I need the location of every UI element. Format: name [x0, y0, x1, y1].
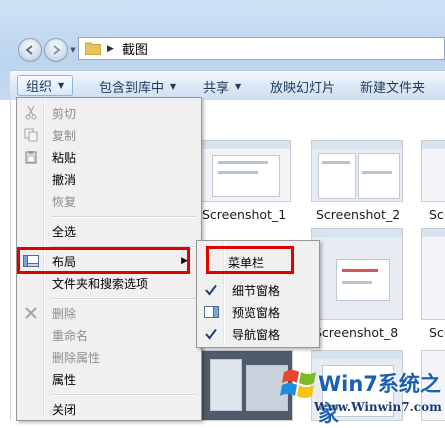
menu-item-rename[interactable]: 重命名: [18, 324, 200, 346]
menu-item-delete[interactable]: 删除: [18, 302, 200, 324]
watermark-brand: Win7系统之家: [318, 372, 441, 426]
organize-button[interactable]: 组织 ▼: [17, 75, 74, 96]
menu-item-close[interactable]: 关闭: [18, 398, 200, 420]
back-button[interactable]: [18, 38, 42, 62]
submenu-item-label: 细节窗格: [232, 283, 281, 298]
menu-item-properties[interactable]: 属性: [18, 368, 200, 390]
forward-button[interactable]: [44, 38, 68, 62]
watermark: Win7系统之家 Www.Winwin7.com: [270, 362, 445, 426]
paste-icon: [18, 150, 44, 164]
arrow-right-icon: [53, 45, 61, 55]
include-in-library-button[interactable]: 包含到库中 ▼: [99, 77, 177, 96]
organize-label: 组织: [26, 80, 53, 95]
menu-item-label: 文件夹和搜索选项: [52, 276, 149, 291]
menu-separator: [51, 298, 197, 300]
menu-separator: [51, 394, 197, 396]
folder-icon: [85, 42, 101, 55]
menu-item-label: 恢复: [52, 194, 77, 209]
menu-item-remove-properties[interactable]: 删除属性: [18, 346, 200, 368]
share-button[interactable]: 共享 ▼: [203, 77, 242, 96]
chevron-down-icon: ▼: [235, 81, 242, 91]
menu-item-label: 删除属性: [52, 350, 101, 365]
file-thumbnail[interactable]: [421, 140, 445, 202]
menu-item-copy[interactable]: 复制: [18, 124, 200, 146]
recent-pages-button[interactable]: ▼: [68, 43, 78, 57]
file-name[interactable]: Screenshot_8: [314, 325, 398, 340]
menu-item-label: 撤消: [52, 172, 77, 187]
file-name[interactable]: Screenshot_2: [316, 207, 400, 222]
file-name[interactable]: Scr: [429, 207, 445, 222]
copy-icon: [18, 128, 44, 142]
chevron-down-icon: ▼: [58, 81, 65, 90]
include-in-library-label: 包含到库中: [99, 80, 165, 96]
menu-item-label: 删除: [52, 306, 77, 321]
preview-pane-icon: [198, 306, 224, 318]
highlight-box-menu-bar: [206, 246, 294, 274]
new-folder-button[interactable]: 新建文件夹: [360, 77, 426, 96]
menu-item-select-all[interactable]: 全选: [18, 220, 200, 242]
menu-item-folder-options[interactable]: 文件夹和搜索选项: [18, 272, 200, 294]
menu-item-label: 属性: [52, 372, 77, 387]
watermark-url: Www.Winwin7.com: [314, 400, 442, 414]
file-thumbnail[interactable]: [311, 228, 403, 320]
menu-item-label: 重命名: [52, 328, 89, 343]
submenu-item-label: 预览窗格: [232, 305, 281, 320]
breadcrumb-current[interactable]: 截图: [122, 39, 148, 58]
scissors-icon: [18, 106, 44, 120]
menu-item-undo[interactable]: 撤消: [18, 168, 200, 190]
chevron-down-icon: ▼: [70, 46, 76, 54]
submenu-item-preview-pane[interactable]: 预览窗格: [198, 301, 318, 323]
menu-item-label: 关闭: [52, 402, 77, 417]
menu-item-label: 剪切: [52, 106, 77, 121]
checkmark-icon: [198, 328, 224, 340]
file-thumbnail[interactable]: [199, 140, 291, 202]
command-bar: 组织 ▼ 包含到库中 ▼ 共享 ▼ 放映幻灯片 新建文件夹: [10, 70, 445, 100]
windows-logo-icon: [280, 370, 316, 398]
submenu-item-navigation-pane[interactable]: 导航窗格: [198, 323, 318, 345]
menu-item-paste[interactable]: 粘贴: [18, 146, 200, 168]
address-bar[interactable]: ▶ 截图: [78, 37, 445, 60]
menu-item-cut[interactable]: 剪切: [18, 102, 200, 124]
file-thumbnail[interactable]: [311, 140, 403, 202]
checkmark-icon: [198, 284, 224, 296]
menu-item-redo[interactable]: 恢复: [18, 190, 200, 212]
menu-item-label: 全选: [52, 224, 77, 239]
file-name[interactable]: Scr: [429, 325, 445, 340]
menu-item-label: 粘贴: [52, 150, 77, 165]
submenu-item-details-pane[interactable]: 细节窗格: [198, 279, 318, 301]
menu-item-label: 复制: [52, 128, 77, 143]
highlight-box-layout: [17, 247, 190, 274]
menu-separator: [51, 216, 197, 218]
slideshow-button[interactable]: 放映幻灯片: [270, 77, 336, 96]
breadcrumb-separator-icon: ▶: [107, 43, 114, 54]
arrow-left-icon: [25, 45, 33, 55]
delete-x-icon: [18, 307, 44, 319]
new-folder-label: 新建文件夹: [360, 80, 426, 96]
submenu-item-label: 导航窗格: [232, 327, 281, 342]
chevron-down-icon: ▼: [170, 81, 177, 91]
share-label: 共享: [203, 80, 230, 96]
file-thumbnail[interactable]: [421, 228, 445, 320]
file-name[interactable]: Screenshot_1: [202, 207, 286, 222]
slideshow-label: 放映幻灯片: [270, 80, 336, 96]
